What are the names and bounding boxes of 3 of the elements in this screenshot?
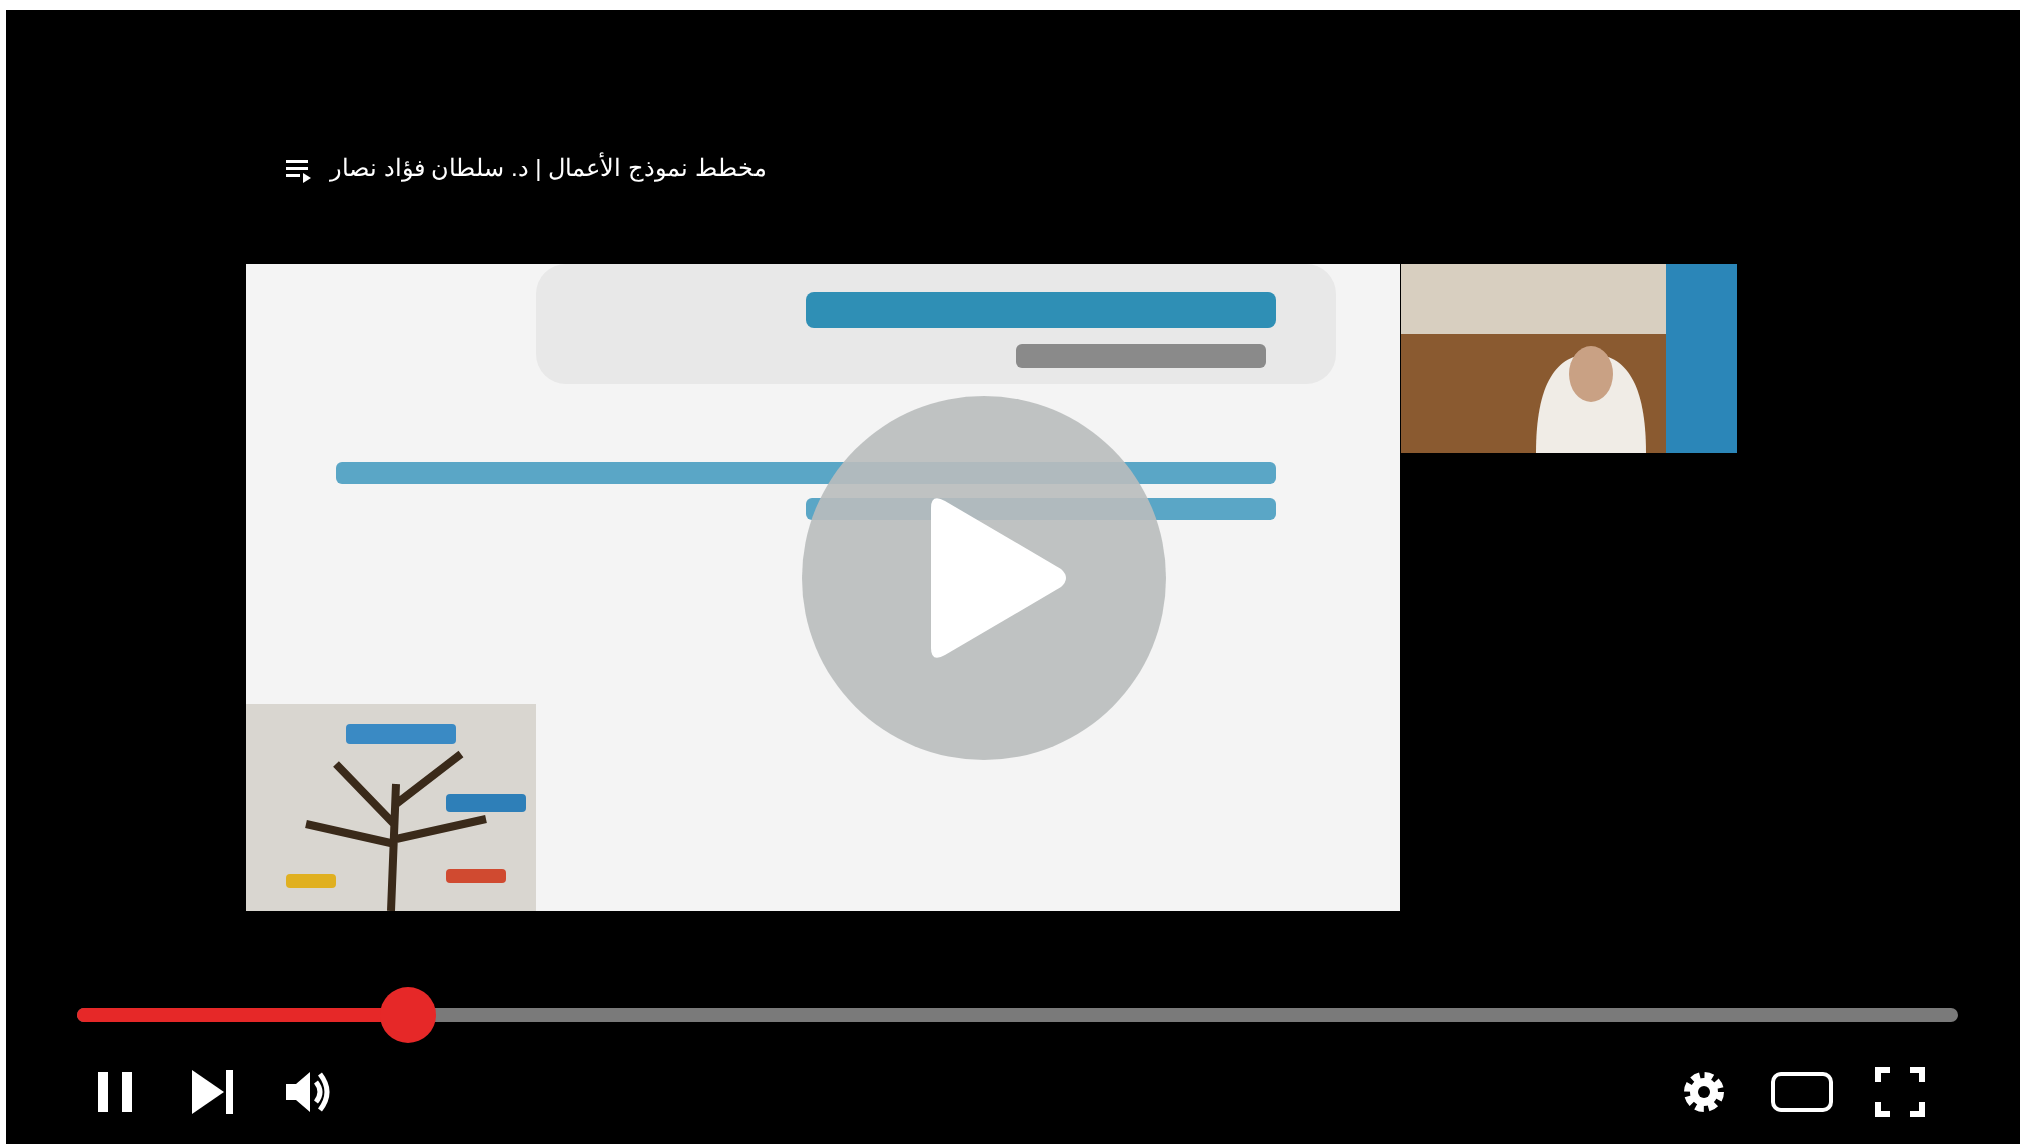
progress-track[interactable] [77, 987, 1958, 1043]
video-title[interactable]: مخطط نموذج الأعمال | د. سلطان فؤاد نصار [330, 150, 767, 186]
fullscreen-icon[interactable] [1874, 1066, 1926, 1118]
